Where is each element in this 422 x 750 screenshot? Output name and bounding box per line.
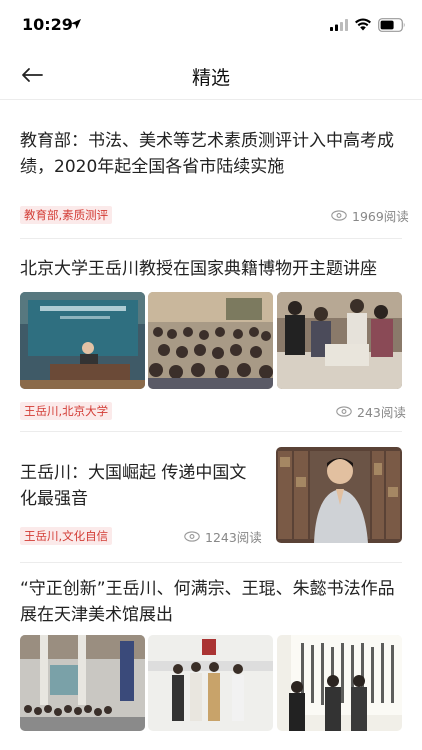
signal-icon xyxy=(330,19,348,31)
portrait-photo xyxy=(276,447,402,543)
nav-bar: 精选 xyxy=(0,50,422,100)
read-count-text: 1969阅读 xyxy=(352,208,409,224)
lecture-stage-photo xyxy=(20,292,145,389)
status-bar: 10:29 xyxy=(0,0,422,50)
calligraphy-signing-photo xyxy=(277,292,402,389)
eye-icon xyxy=(336,405,352,417)
read-count-text: 243阅读 xyxy=(357,404,406,420)
read-count: 1243阅读 xyxy=(184,527,262,545)
read-count-text: 1243阅读 xyxy=(205,529,262,545)
museum-exterior-photo xyxy=(20,635,145,731)
article-card[interactable]: “守正创新”王岳川、何满宗、王琨、朱懿书法作品展在天津美术馆展出 xyxy=(0,563,422,750)
audience-photo xyxy=(148,292,273,389)
eye-icon xyxy=(184,530,200,542)
article-tags: 教育部,素质测评 xyxy=(20,206,113,224)
battery-icon xyxy=(378,18,405,32)
page-title: 精选 xyxy=(191,67,230,89)
article-tags: 王岳川,北京大学 xyxy=(20,402,113,420)
read-count: 1969阅读 xyxy=(331,206,409,224)
article-card[interactable]: 北京大学王岳川教授在国家典籍博物开主题讲座 王岳川,北京大学 243阅读 xyxy=(0,239,422,431)
group-photo xyxy=(148,635,273,731)
article-title: 教育部：书法、美术等艺术素质测评计入中高考成绩，2020年起全国各省市陆续实施 xyxy=(20,131,394,177)
read-count: 243阅读 xyxy=(336,402,406,420)
eye-icon xyxy=(331,209,347,221)
article-tags: 王岳川,文化自信 xyxy=(20,527,113,545)
article-title: “守正创新”王岳川、何满宗、王琨、朱懿书法作品展在天津美术馆展出 xyxy=(20,579,395,625)
location-arrow-icon xyxy=(71,19,81,29)
calligraphy-exhibit-photo xyxy=(277,635,402,731)
article-title: 北京大学王岳川教授在国家典籍博物开主题讲座 xyxy=(20,259,377,279)
article-title: 王岳川：大国崛起 传递中国文化最强音 xyxy=(20,463,247,509)
status-time: 10:29 xyxy=(22,15,73,34)
article-card[interactable]: 王岳川：大国崛起 传递中国文化最强音 王岳川,文化自信 1243阅读 xyxy=(0,432,422,562)
wifi-icon xyxy=(355,18,371,31)
article-card[interactable]: 教育部：书法、美术等艺术素质测评计入中高考成绩，2020年起全国各省市陆续实施 … xyxy=(0,101,422,238)
